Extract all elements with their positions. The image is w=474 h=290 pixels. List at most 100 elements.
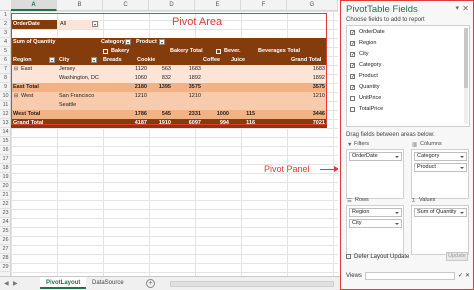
chip-product[interactable]: Product: [414, 163, 467, 172]
row-header-16[interactable]: 16: [0, 146, 11, 155]
chip-sum-of-quantity[interactable]: Sum of Quantity: [414, 208, 467, 217]
panel-title: PivotTable Fields: [346, 4, 418, 15]
row-header-2[interactable]: 2: [0, 20, 11, 29]
columns-drop-zone[interactable]: Category Product: [411, 149, 469, 199]
row-header-5[interactable]: 5: [0, 47, 11, 56]
field-unitprice[interactable]: UnitPrice: [350, 94, 462, 103]
panel-subtitle: Choose fields to add to report: [346, 17, 425, 23]
rows-icon: ☰: [347, 198, 352, 204]
tab-prev-icon[interactable]: ◀: [4, 280, 9, 287]
row-header-11[interactable]: 11: [0, 101, 11, 110]
close-icon[interactable]: ✕: [462, 4, 469, 13]
check-icon[interactable]: ✓: [458, 272, 463, 279]
column-header-d[interactable]: D: [149, 0, 195, 11]
drag-instructions: Drag fields between areas below:: [346, 132, 435, 138]
spreadsheet[interactable]: A B C D E F G 1 2 3 4 5 6 7 8 9 10 11 12 13 14 15 16 17 1…: [0, 0, 338, 276]
column-header-b[interactable]: B: [57, 0, 103, 11]
views-label: Views: [346, 273, 362, 279]
field-region[interactable]: ✓ Region: [350, 39, 468, 48]
row-header-4[interactable]: 4: [0, 38, 11, 47]
tab-pivotlayout[interactable]: PivotLayout: [40, 277, 87, 289]
chip-region[interactable]: Region: [349, 208, 402, 217]
row-header-7[interactable]: 7: [0, 65, 11, 74]
row-header-24[interactable]: 24: [0, 218, 11, 227]
column-header-g[interactable]: G: [287, 0, 338, 11]
column-header-f[interactable]: F: [241, 0, 287, 11]
columns-icon: ▥: [412, 142, 418, 148]
row-header-6[interactable]: 6: [0, 56, 11, 65]
row-header-9[interactable]: 9: [0, 83, 11, 92]
row-header-26[interactable]: 26: [0, 236, 11, 245]
field-category[interactable]: ✓ Category: [350, 61, 468, 70]
defer-layout-update[interactable]: Defer Layout Update: [346, 254, 409, 260]
row-header-12[interactable]: 12: [0, 110, 11, 119]
row-header-1[interactable]: 1: [0, 11, 11, 20]
field-product[interactable]: ✓ Product: [350, 72, 468, 81]
pivot-fields-panel: PivotTable Fields ▾ ✕ Choose fields to a…: [340, 0, 474, 290]
row-header-22[interactable]: 22: [0, 200, 11, 209]
field-orderdate[interactable]: ✓ OrderDate: [350, 28, 468, 37]
filters-drop-zone[interactable]: OrderDate: [346, 149, 404, 199]
row-header-15[interactable]: 15: [0, 137, 11, 146]
column-header-c[interactable]: C: [103, 0, 149, 11]
checkbox-icon[interactable]: [350, 96, 355, 101]
row-header-18[interactable]: 18: [0, 164, 11, 173]
checkbox-icon[interactable]: [346, 254, 351, 259]
rows-drop-zone[interactable]: Region City: [346, 205, 404, 255]
row-header-8[interactable]: 8: [0, 74, 11, 83]
row-header-bar: 1 2 3 4 5 6 7 8 9 10 11 12 13 14 15 16 17 18 19 20 21 22 23 24 2…: [0, 11, 11, 276]
column-header-a[interactable]: A: [11, 0, 57, 11]
field-quantity[interactable]: ✓ Quantity: [350, 83, 468, 92]
chip-category[interactable]: Category: [414, 152, 467, 161]
row-header-29[interactable]: 29: [0, 263, 11, 272]
sigma-icon: Σ: [412, 198, 416, 204]
pivot-area-label: Pivot Area: [172, 16, 223, 28]
chip-city[interactable]: City: [349, 219, 402, 228]
values-drop-zone[interactable]: Sum of Quantity: [411, 205, 469, 255]
pivot-area-outline: [11, 13, 327, 125]
checkbox-checked-icon[interactable]: ✓: [350, 74, 355, 80]
column-header-bar: A B C D E F G: [0, 0, 338, 11]
filters-area[interactable]: ▼ Filters OrderDate: [346, 141, 404, 199]
close-icon[interactable]: ✕: [465, 272, 470, 279]
row-header-13[interactable]: 13: [0, 119, 11, 128]
checkbox-checked-icon[interactable]: ✓: [350, 63, 355, 69]
chevron-down-icon[interactable]: ▾: [455, 4, 459, 12]
tab-datasource[interactable]: DataSource: [86, 277, 130, 289]
checkbox-icon[interactable]: [350, 107, 355, 112]
vertical-scrollbar[interactable]: [464, 28, 468, 124]
add-sheet-button[interactable]: +: [146, 279, 155, 288]
row-header-17[interactable]: 17: [0, 155, 11, 164]
checkbox-checked-icon[interactable]: ✓: [350, 30, 355, 36]
tab-next-icon[interactable]: ▶: [13, 280, 18, 287]
views-input[interactable]: [365, 272, 455, 280]
checkbox-checked-icon[interactable]: ✓: [350, 52, 355, 58]
horizontal-scrollbar[interactable]: [170, 281, 334, 287]
update-button[interactable]: Update: [446, 252, 468, 261]
row-header-10[interactable]: 10: [0, 92, 11, 101]
sheet-tab-bar: ◀ ▶ PivotLayout DataSource +: [0, 276, 340, 290]
field-list[interactable]: ✓ OrderDate ✓ Region ✓ City ✓ Category ✓ Prod…: [346, 25, 470, 127]
checkbox-checked-icon[interactable]: ✓: [350, 41, 355, 47]
row-header-14[interactable]: 14: [0, 128, 11, 137]
row-header-23[interactable]: 23: [0, 209, 11, 218]
column-header-e[interactable]: E: [195, 0, 241, 11]
values-area[interactable]: Σ Values Sum of Quantity: [411, 197, 469, 255]
row-header-3[interactable]: 3: [0, 29, 11, 38]
row-header-20[interactable]: 20: [0, 182, 11, 191]
chip-orderdate[interactable]: OrderDate: [349, 152, 402, 161]
row-header-28[interactable]: 28: [0, 254, 11, 263]
filter-icon: ▼: [347, 142, 353, 148]
pivot-panel-label: Pivot Panel: [264, 164, 310, 174]
row-header-27[interactable]: 27: [0, 245, 11, 254]
scroll-thumb[interactable]: [464, 28, 468, 88]
rows-area[interactable]: ☰ Rows Region City: [346, 197, 404, 255]
row-header-21[interactable]: 21: [0, 191, 11, 200]
field-totalprice[interactable]: TotalPrice: [350, 105, 462, 114]
arrow-right-icon: [334, 166, 338, 172]
field-city[interactable]: ✓ City: [350, 50, 468, 59]
row-header-19[interactable]: 19: [0, 173, 11, 182]
row-header-25[interactable]: 25: [0, 227, 11, 236]
columns-area[interactable]: ▥ Columns Category Product: [411, 141, 469, 199]
checkbox-checked-icon[interactable]: ✓: [350, 85, 355, 91]
